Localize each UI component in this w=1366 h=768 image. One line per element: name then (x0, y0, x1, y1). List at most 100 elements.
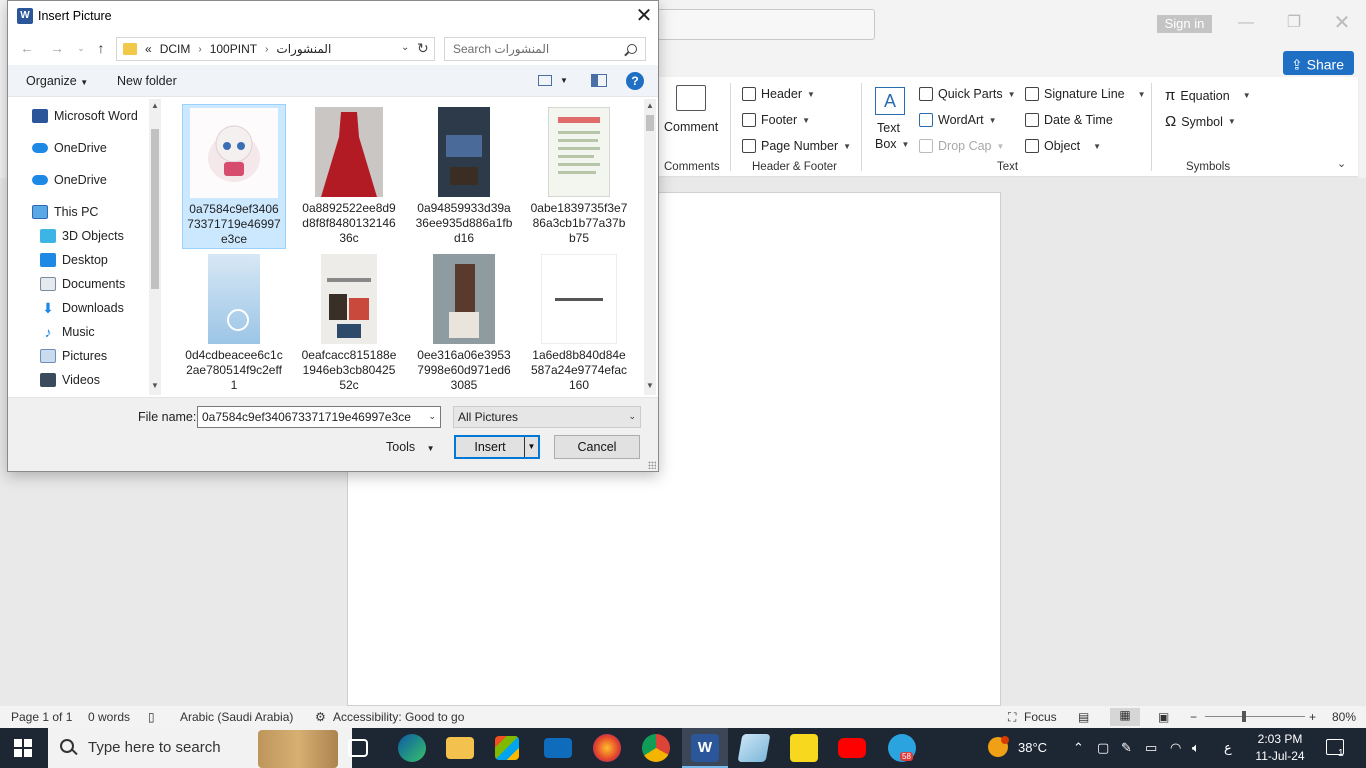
breadcrumb-separator-icon[interactable]: › (198, 44, 201, 55)
close-window-icon[interactable]: ✕ (1332, 13, 1352, 33)
restore-icon[interactable]: ❐ (1284, 13, 1304, 33)
share-button[interactable]: ⇪ Share ⌄ (1283, 51, 1354, 95)
symbol-button[interactable]: Ω Symbol ▼ (1165, 113, 1236, 130)
nav-item-downloads[interactable]: ⬇ Downloads (40, 301, 124, 315)
scroll-up-icon[interactable]: ▲ (149, 101, 161, 110)
nav-item-music[interactable]: ♪ Music (40, 325, 95, 339)
zoom-slider[interactable] (1205, 716, 1305, 717)
breadcrumb-100pint[interactable]: 100PINT (210, 42, 257, 56)
breadcrumb-current-folder[interactable]: المنشورات (276, 42, 331, 56)
sign-in-button[interactable]: Sign in (1157, 15, 1212, 33)
read-mode-icon[interactable]: ▤ (1078, 710, 1089, 724)
volume-icon[interactable]: 🔈︎ (1192, 740, 1200, 756)
nav-item-pictures[interactable]: Pictures (40, 349, 107, 363)
header-button[interactable]: Header ▼ (742, 87, 815, 101)
zoom-in-icon[interactable]: + (1309, 710, 1316, 724)
refresh-icon[interactable]: ↻ (417, 40, 429, 57)
file-item[interactable]: 0a8892522ee8d9d8f8f848013214636c (297, 104, 401, 249)
recent-locations-icon[interactable]: ⌄ (72, 39, 90, 57)
mail-icon[interactable] (544, 738, 572, 758)
chevron-up-icon[interactable]: ⌃ (1073, 740, 1084, 756)
file-item[interactable]: 0a7584c9ef340673371719e46997e3ce (182, 104, 286, 249)
word-count[interactable]: 0 words (88, 710, 130, 724)
nav-item-microsoft-word[interactable]: Microsoft Word (32, 109, 138, 123)
file-item[interactable]: 0eafcacc815188e1946eb3cb8042552c (297, 251, 401, 396)
firefox-icon[interactable] (593, 734, 621, 762)
nav-item-this-pc[interactable]: This PC (32, 205, 98, 219)
insert-button[interactable]: Insert ▼ (454, 435, 540, 459)
edge-icon[interactable] (398, 734, 426, 762)
print-layout-icon[interactable]: ▦ (1110, 708, 1140, 726)
file-item[interactable]: 1a6ed8b840d84e587a24e9774efac160 (527, 251, 631, 396)
collapse-ribbon-icon[interactable]: ⌄ (1337, 157, 1346, 170)
nav-item-onedrive-2[interactable]: OneDrive (32, 173, 107, 187)
chrome-icon[interactable] (642, 734, 670, 762)
nav-item-videos[interactable]: Videos (40, 373, 100, 387)
file-explorer-icon[interactable] (446, 737, 474, 759)
file-item[interactable]: 0ee316a06e39537998e60d971ed63085 (412, 251, 516, 396)
cancel-button[interactable]: Cancel (554, 435, 640, 459)
nav-item-desktop[interactable]: Desktop (40, 253, 108, 267)
zoom-slider-handle[interactable] (1242, 711, 1246, 722)
wordart-button[interactable]: WordArt ▼ (919, 113, 997, 127)
accessibility-status[interactable]: Accessibility: Good to go (333, 710, 464, 724)
snipping-tool-icon[interactable] (737, 734, 771, 762)
close-icon[interactable]: ✕ (632, 5, 656, 29)
preview-pane-icon[interactable] (591, 74, 607, 87)
web-layout-icon[interactable]: ▣ (1158, 710, 1169, 724)
task-view-icon[interactable] (348, 739, 368, 757)
input-language[interactable]: ع (1224, 740, 1232, 756)
dialog-title-bar[interactable]: W Insert Picture ✕ (8, 1, 658, 33)
word-search-box[interactable] (655, 9, 875, 40)
nav-pane-scrollbar[interactable]: ▲ ▼ (149, 99, 161, 395)
clock[interactable]: 2:03 PM 11-Jul-24 (1250, 731, 1310, 765)
quick-parts-button[interactable]: Quick Parts ▼ (919, 87, 1016, 101)
folder-search-input[interactable]: Search المنشورات (444, 37, 646, 61)
breadcrumb-overflow[interactable]: « (145, 42, 152, 56)
file-item[interactable]: 0abe1839735f3e786a3cb1b77a37bb75 (527, 104, 631, 249)
sticky-notes-icon[interactable] (790, 734, 818, 762)
date-time-button[interactable]: Date & Time (1025, 113, 1113, 127)
meet-now-icon[interactable]: ▢ (1097, 740, 1109, 756)
text-box-button[interactable]: Box ▼ (875, 137, 909, 151)
signature-line-button[interactable]: Signature Line ▼ (1025, 87, 1146, 101)
word-taskbar-icon[interactable]: W (691, 734, 719, 762)
view-options-icon[interactable] (538, 75, 552, 86)
object-button[interactable]: Object ▼ (1025, 139, 1101, 153)
address-bar[interactable]: « DCIM › 100PINT › المنشورات ⌄ ↻ (116, 37, 435, 61)
file-type-select[interactable]: All Pictures ⌄ (453, 406, 641, 428)
zoom-level[interactable]: 80% (1332, 710, 1356, 724)
store-icon[interactable] (495, 736, 519, 760)
scroll-up-icon[interactable]: ▲ (644, 101, 656, 110)
up-arrow-icon[interactable]: ↑ (92, 39, 110, 57)
zoom-out-icon[interactable]: − (1190, 710, 1197, 724)
file-grid-scrollbar[interactable]: ▲ ▼ (644, 99, 656, 395)
page-count[interactable]: Page 1 of 1 (11, 710, 72, 724)
back-arrow-icon[interactable]: ← (18, 39, 36, 57)
comment-button[interactable]: Comment (664, 120, 718, 134)
new-folder-button[interactable]: New folder (117, 74, 177, 88)
equation-button[interactable]: π Equation ▼ (1165, 87, 1251, 104)
chevron-down-icon[interactable]: ⌄ (428, 411, 436, 422)
youtube-icon[interactable] (838, 738, 866, 758)
nav-item-documents[interactable]: Documents (40, 277, 125, 291)
text-box-label-1[interactable]: Text (877, 121, 900, 135)
breadcrumb-dcim[interactable]: DCIM (160, 42, 191, 56)
minimize-icon[interactable]: — (1236, 13, 1256, 33)
forward-arrow-icon[interactable]: → (48, 39, 66, 57)
file-name-input[interactable]: 0a7584c9ef340673371719e46997e3ce ⌄ (197, 406, 441, 428)
help-icon[interactable]: ? (626, 72, 644, 90)
nav-item-3d-objects[interactable]: 3D Objects (40, 229, 124, 243)
scroll-down-icon[interactable]: ▼ (644, 381, 656, 390)
file-item[interactable]: 0a94859933d39a36ee935d886a1fbd16 (412, 104, 516, 249)
proofing-icon[interactable]: ▯ (148, 710, 155, 724)
file-item[interactable]: 0d4cdbeacee6c1c2ae780514f9c2eff1 (182, 251, 286, 396)
scroll-down-icon[interactable]: ▼ (149, 381, 161, 390)
insert-dropdown-icon[interactable]: ▼ (524, 437, 538, 457)
breadcrumb-separator-icon[interactable]: › (265, 44, 268, 55)
footer-button[interactable]: Footer ▼ (742, 113, 810, 127)
resize-grip-icon[interactable] (648, 461, 656, 469)
windows-start-icon[interactable] (14, 739, 32, 757)
temperature[interactable]: 38°C (1018, 740, 1047, 755)
nav-item-onedrive[interactable]: OneDrive (32, 141, 107, 155)
